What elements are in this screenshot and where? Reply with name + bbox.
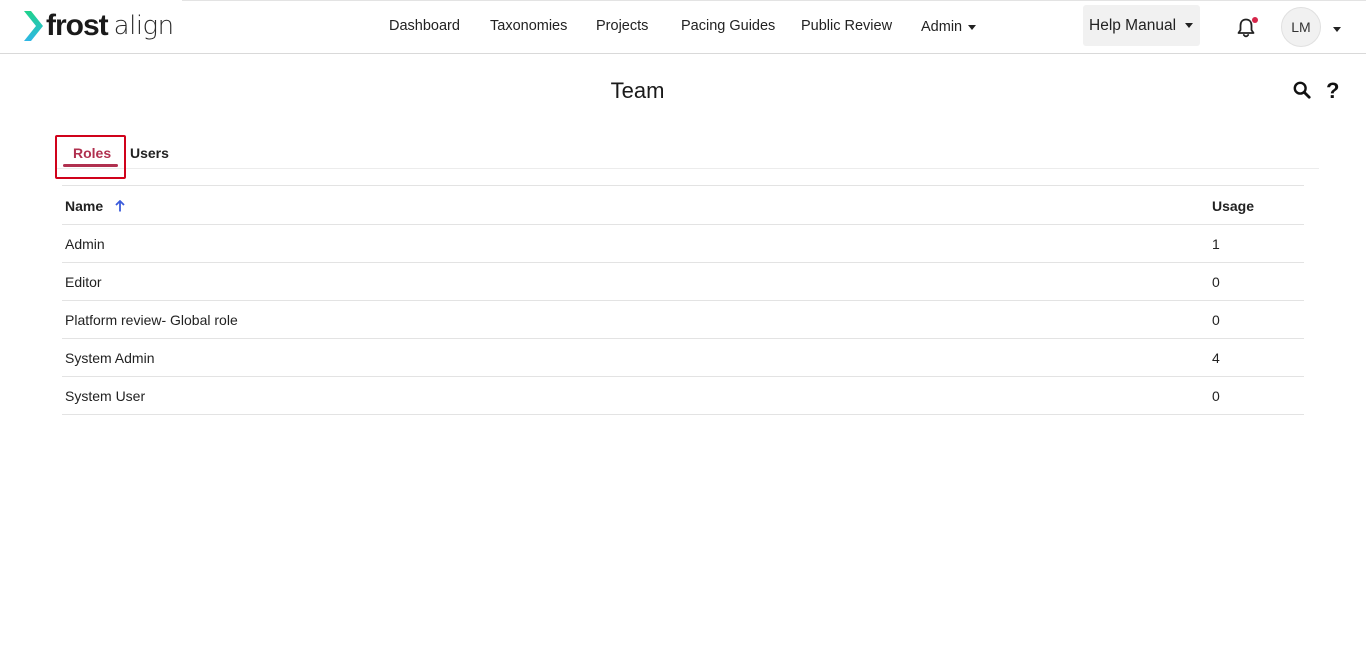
role-usage: 0 <box>1212 274 1220 290</box>
nav-pacing-guides[interactable]: Pacing Guides <box>681 18 775 34</box>
frost-align-logo[interactable]: frost align <box>22 9 174 43</box>
role-name: Editor <box>65 274 102 290</box>
tab-roles[interactable]: Roles <box>73 145 111 161</box>
chevron-down-icon <box>1185 23 1194 28</box>
nav-public-review[interactable]: Public Review <box>801 18 892 34</box>
role-name: Admin <box>65 236 105 252</box>
notification-dot <box>1252 17 1258 23</box>
avatar-initials: LM <box>1291 19 1311 35</box>
role-usage: 1 <box>1212 236 1220 252</box>
role-name: System User <box>65 388 146 404</box>
role-usage: 4 <box>1212 350 1220 366</box>
search-svg <box>1293 81 1311 99</box>
roles-table: Name Usage Admin 1 Editor 0 Platform rev… <box>62 185 1304 415</box>
logo-text-frost: frost <box>46 9 109 42</box>
nav-taxonomies[interactable]: Taxonomies <box>490 18 567 34</box>
column-header-usage[interactable]: Usage <box>1212 198 1254 214</box>
chevron-down-icon <box>968 24 977 30</box>
table-row[interactable]: Editor 0 <box>62 263 1304 301</box>
header-top-border <box>182 0 1366 1</box>
role-name: Platform review- Global role <box>65 312 238 328</box>
help-manual-label: Help Manual <box>1089 16 1177 34</box>
nav-admin-label: Admin <box>921 19 963 35</box>
nav-admin-dropdown[interactable]: Admin <box>921 19 977 35</box>
logo-text-align: align <box>113 11 174 41</box>
column-header-name-label: Name <box>65 198 104 214</box>
tab-users[interactable]: Users <box>130 145 169 161</box>
help-manual-dropdown[interactable]: Help Manual <box>1083 5 1200 46</box>
table-row[interactable]: System Admin 4 <box>62 339 1304 377</box>
bell-icon[interactable] <box>1235 17 1258 39</box>
frost-chevron-icon <box>24 11 43 41</box>
active-tab-underline <box>63 164 118 167</box>
table-header-row: Name Usage <box>62 185 1304 225</box>
top-header: frost align Dashboard Taxonomies Project… <box>0 0 1366 54</box>
table-row[interactable]: Admin 1 <box>62 225 1304 263</box>
avatar[interactable]: LM <box>1281 7 1321 47</box>
question-mark-icon[interactable]: ? <box>1326 78 1339 104</box>
role-name: System Admin <box>65 350 155 366</box>
table-row[interactable]: Platform review- Global role 0 <box>62 301 1304 339</box>
column-header-name[interactable]: Name <box>65 198 125 214</box>
page-title: Team <box>610 78 665 103</box>
tabs-divider <box>56 168 1319 169</box>
role-usage: 0 <box>1212 388 1220 404</box>
chevron-down-icon[interactable] <box>1333 27 1341 32</box>
table-row[interactable]: System User 0 <box>62 377 1304 415</box>
sort-ascending-icon <box>115 200 125 212</box>
nav-dashboard[interactable]: Dashboard <box>389 18 460 34</box>
role-usage: 0 <box>1212 312 1220 328</box>
search-icon[interactable] <box>1293 81 1311 99</box>
nav-projects[interactable]: Projects <box>596 18 648 34</box>
